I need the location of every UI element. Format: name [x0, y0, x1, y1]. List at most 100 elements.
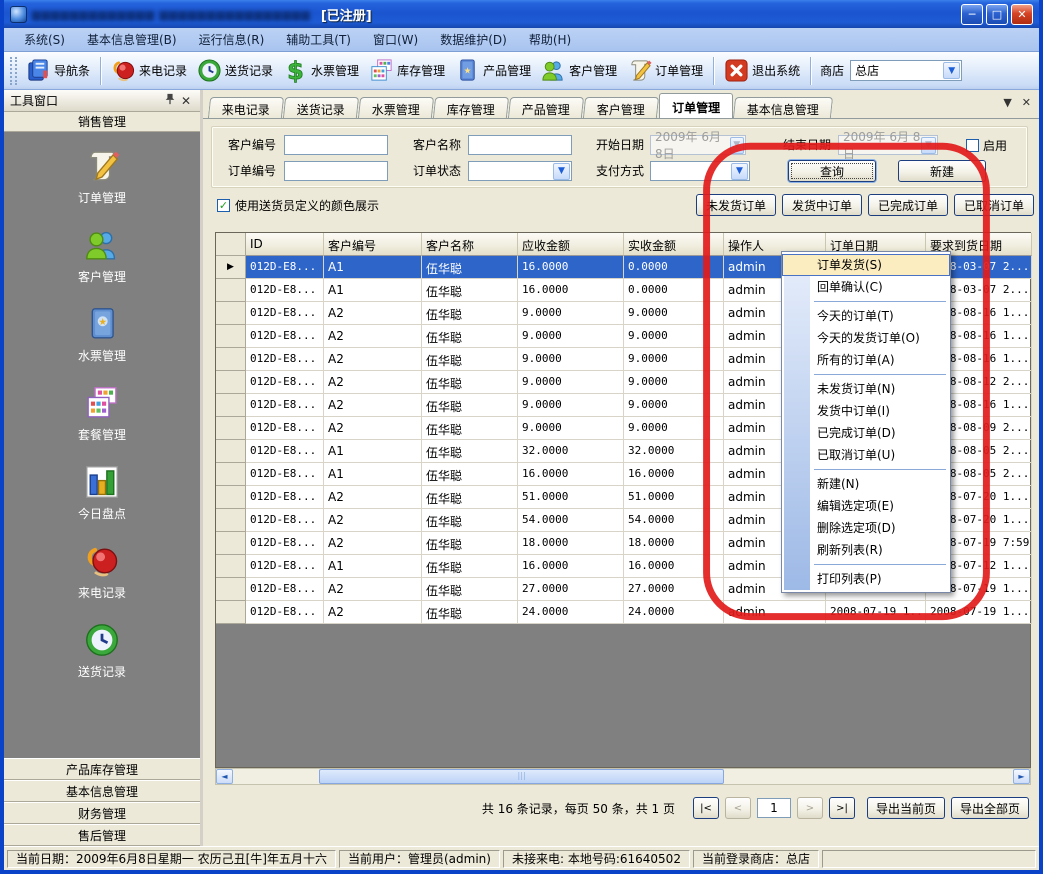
table-cell[interactable]: A1	[324, 256, 422, 279]
status-filter-button-已取消订单[interactable]: 已取消订单	[954, 194, 1034, 216]
tab-产品管理[interactable]: 产品管理	[508, 97, 584, 118]
sidebar-section-基本信息管理[interactable]: 基本信息管理	[4, 780, 200, 802]
table-cell[interactable]: 27.0000	[518, 578, 624, 601]
table-cell[interactable]: 9.0000	[518, 417, 624, 440]
scrollbar-thumb[interactable]	[319, 769, 725, 784]
toolbar-grip[interactable]	[10, 57, 17, 85]
context-menu-item-编辑选定项(E)[interactable]: 编辑选定项(E)	[782, 495, 950, 517]
table-cell[interactable]: 伍华聪	[422, 463, 518, 486]
context-menu-item-回单确认(C)[interactable]: 回单确认(C)	[782, 276, 950, 298]
context-menu-item-未发货订单(N)[interactable]: 未发货订单(N)	[782, 378, 950, 400]
column-header-客户名称[interactable]: 客户名称	[422, 233, 518, 256]
context-menu-item-所有的订单(A)[interactable]: 所有的订单(A)	[782, 349, 950, 371]
query-button[interactable]: 查询	[788, 160, 876, 182]
table-cell[interactable]: A1	[324, 555, 422, 578]
toolbar-button-产品管理[interactable]: ★产品管理	[450, 55, 536, 86]
scroll-right-icon[interactable]: ►	[1013, 769, 1030, 784]
table-cell[interactable]: 伍华聪	[422, 394, 518, 417]
table-cell[interactable]: 伍华聪	[422, 578, 518, 601]
table-cell[interactable]: 9.0000	[518, 348, 624, 371]
column-header-应收金额[interactable]: 应收金额	[518, 233, 624, 256]
table-cell[interactable]: 2008-07-19 1...	[826, 601, 926, 624]
table-cell[interactable]: 9.0000	[624, 348, 724, 371]
sidebar-section-header[interactable]: 销售管理	[4, 112, 200, 132]
toolbar-button-库存管理[interactable]: 库存管理	[364, 55, 450, 86]
table-cell[interactable]: 9.0000	[518, 394, 624, 417]
table-cell[interactable]: 51.0000	[518, 486, 624, 509]
table-cell[interactable]: A1	[324, 279, 422, 302]
toolbar-button-来电记录[interactable]: 来电记录	[106, 55, 192, 86]
table-cell[interactable]: 012D-E8...	[246, 348, 324, 371]
table-cell[interactable]: 伍华聪	[422, 348, 518, 371]
table-cell[interactable]: 012D-E8...	[246, 440, 324, 463]
table-cell[interactable]: 012D-E8...	[246, 532, 324, 555]
table-cell[interactable]: 24.0000	[518, 601, 624, 624]
new-button[interactable]: 新建	[898, 160, 986, 182]
toolbar-button-导航条[interactable]: 导航条	[21, 55, 95, 86]
next-page-button[interactable]: >	[797, 797, 823, 819]
shop-select[interactable]: 总店 ▼	[850, 60, 962, 81]
table-cell[interactable]: 18.0000	[518, 532, 624, 555]
context-menu-item-发货中订单(I)[interactable]: 发货中订单(I)	[782, 400, 950, 422]
table-cell[interactable]: 9.0000	[518, 325, 624, 348]
order-no-input[interactable]	[284, 161, 388, 181]
table-cell[interactable]: 16.0000	[518, 256, 624, 279]
tab-送货记录[interactable]: 送货记录	[283, 97, 359, 118]
tab-dropdown-icon[interactable]: ▼	[1003, 96, 1011, 109]
tab-基本信息管理[interactable]: 基本信息管理	[733, 97, 833, 118]
table-cell[interactable]: 012D-E8...	[246, 509, 324, 532]
sidebar-section-财务管理[interactable]: 财务管理	[4, 802, 200, 824]
table-cell[interactable]: A1	[324, 440, 422, 463]
context-menu-item-今天的发货订单(O)[interactable]: 今天的发货订单(O)	[782, 327, 950, 349]
table-cell[interactable]: 012D-E8...	[246, 302, 324, 325]
context-menu-item-新建(N)[interactable]: 新建(N)	[782, 473, 950, 495]
menubar-item[interactable]: 帮助(H)	[519, 28, 581, 51]
tab-水票管理[interactable]: 水票管理	[358, 97, 434, 118]
context-menu-item-今天的订单(T)[interactable]: 今天的订单(T)	[782, 305, 950, 327]
menubar-item[interactable]: 辅助工具(T)	[276, 28, 361, 51]
horizontal-scrollbar[interactable]: ◄ ►	[215, 768, 1031, 785]
table-cell[interactable]: 0.0000	[624, 256, 724, 279]
sidebar-item-客户管理[interactable]: 客户管理	[78, 227, 126, 285]
table-cell[interactable]: 27.0000	[624, 578, 724, 601]
table-cell[interactable]: A2	[324, 601, 422, 624]
menubar-item[interactable]: 系统(S)	[14, 28, 75, 51]
column-header-实收金额[interactable]: 实收金额	[624, 233, 724, 256]
table-cell[interactable]: A2	[324, 509, 422, 532]
table-cell[interactable]: 9.0000	[624, 302, 724, 325]
table-cell[interactable]: 伍华聪	[422, 279, 518, 302]
table-cell[interactable]: 18.0000	[624, 532, 724, 555]
table-cell[interactable]: 012D-E8...	[246, 325, 324, 348]
sidebar-item-套餐管理[interactable]: 套餐管理	[78, 385, 126, 443]
table-cell[interactable]: 9.0000	[624, 325, 724, 348]
table-cell[interactable]: 16.0000	[624, 463, 724, 486]
minimize-button[interactable]: ─	[961, 4, 983, 25]
table-cell[interactable]: 伍华聪	[422, 532, 518, 555]
table-cell[interactable]: 9.0000	[624, 417, 724, 440]
prev-page-button[interactable]: <	[725, 797, 751, 819]
status-filter-button-发货中订单[interactable]: 发货中订单	[782, 194, 862, 216]
end-date-picker[interactable]: 2009年 6月 8日▼	[838, 135, 938, 155]
table-row[interactable]: 012D-E8...A2伍华聪24.000024.0000admin2008-0…	[216, 601, 1030, 624]
sidebar-item-订单管理[interactable]: 订单管理	[78, 148, 126, 206]
menubar-item[interactable]: 运行信息(R)	[189, 28, 275, 51]
table-cell[interactable]: 012D-E8...	[246, 486, 324, 509]
customer-no-input[interactable]	[284, 135, 388, 155]
context-menu-item-已取消订单(U)[interactable]: 已取消订单(U)	[782, 444, 950, 466]
sidebar-item-水票管理[interactable]: ★水票管理	[78, 306, 126, 364]
table-cell[interactable]: 32.0000	[518, 440, 624, 463]
color-checkbox[interactable]: ✓	[217, 199, 230, 212]
table-cell[interactable]: 伍华聪	[422, 509, 518, 532]
last-page-button[interactable]: >|	[829, 797, 855, 819]
table-cell[interactable]: A2	[324, 417, 422, 440]
pin-icon[interactable]	[162, 93, 178, 108]
table-cell[interactable]: 伍华聪	[422, 371, 518, 394]
pay-method-select[interactable]: ▼	[650, 161, 750, 181]
table-cell[interactable]: 9.0000	[518, 371, 624, 394]
table-cell[interactable]: 54.0000	[624, 509, 724, 532]
sidebar-section-产品库存管理[interactable]: 产品库存管理	[4, 758, 200, 780]
table-cell[interactable]: 32.0000	[624, 440, 724, 463]
export-current-page-button[interactable]: 导出当前页	[867, 797, 945, 819]
table-cell[interactable]: 伍华聪	[422, 601, 518, 624]
enable-checkbox-group[interactable]: 启用	[966, 135, 1007, 155]
